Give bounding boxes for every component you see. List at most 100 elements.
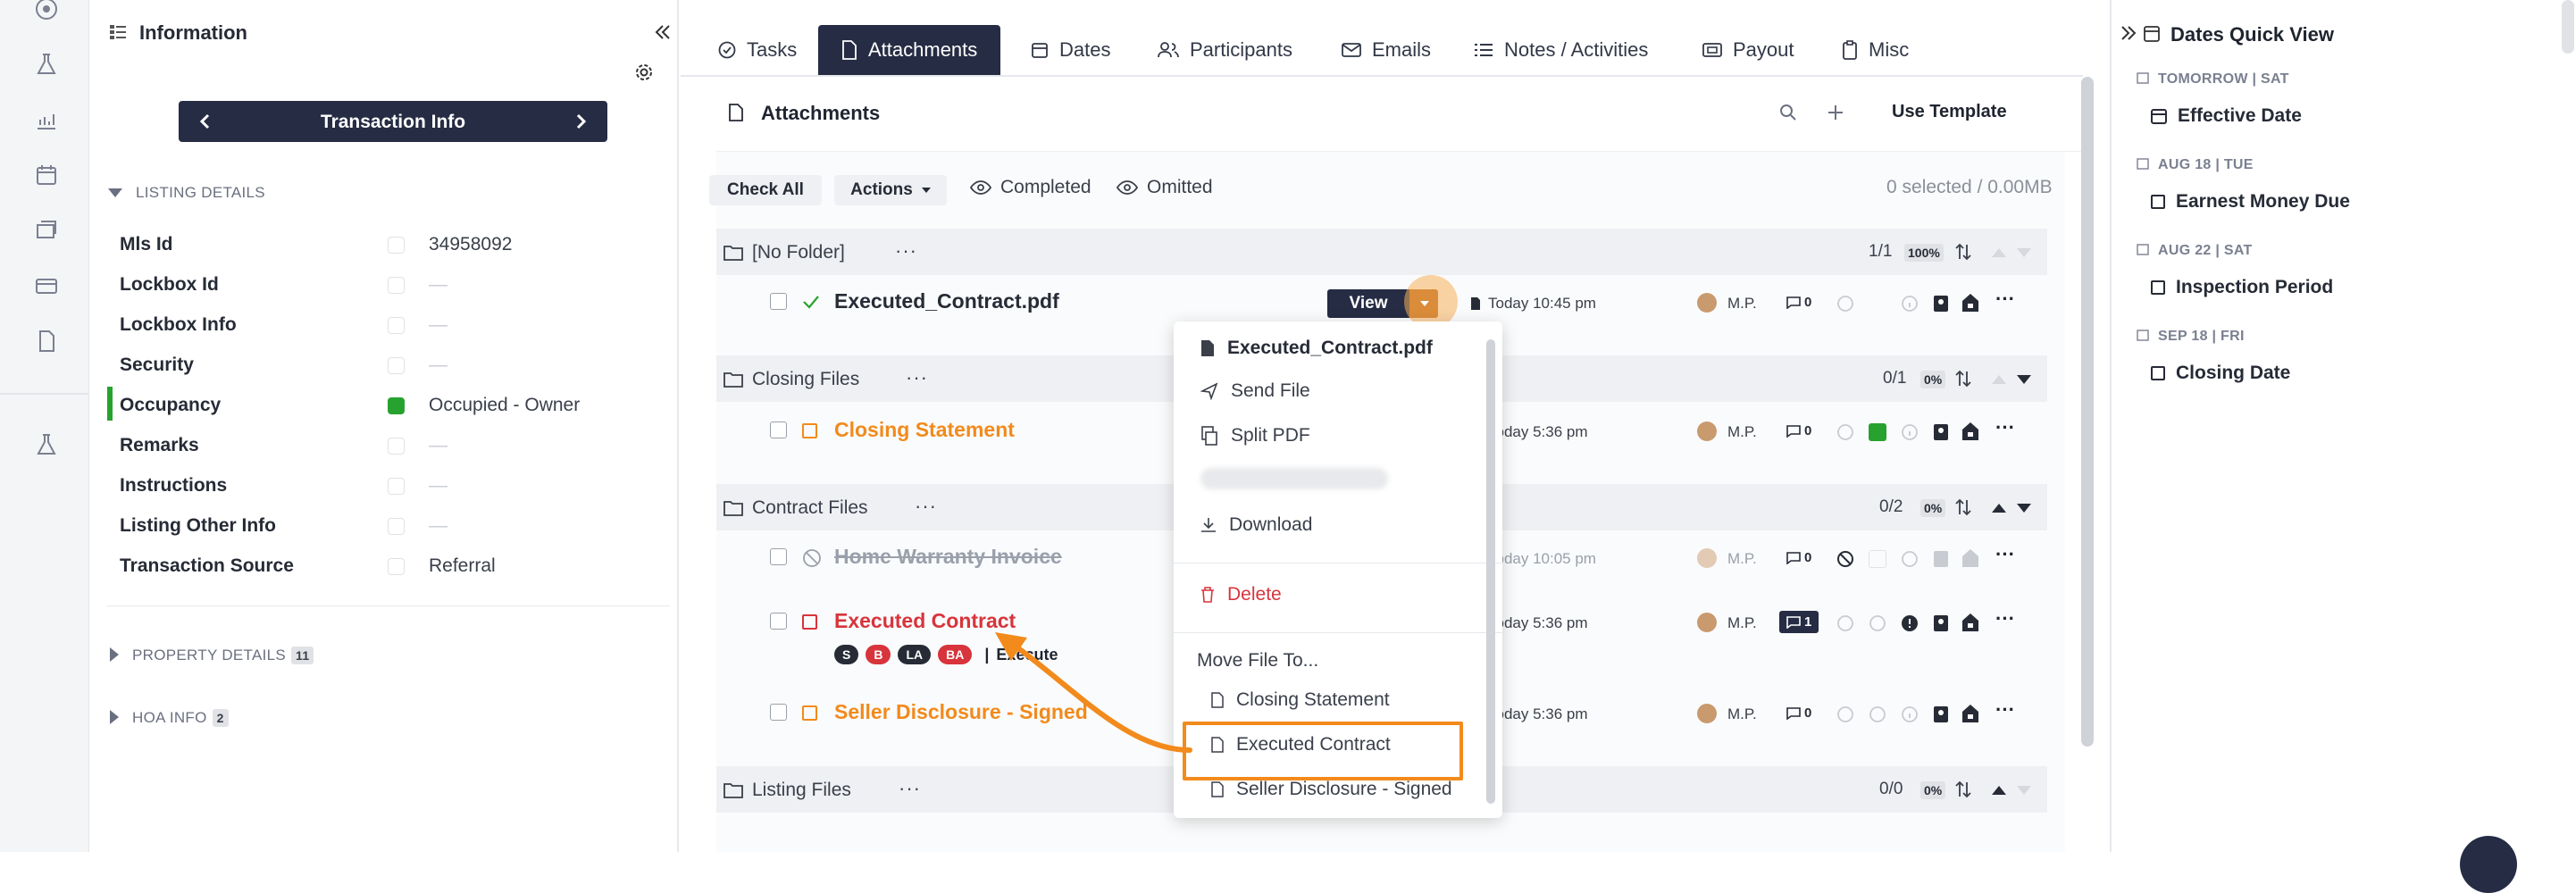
file-name[interactable]: Home Warranty Invoice bbox=[834, 545, 1062, 569]
more-icon[interactable]: ··· bbox=[1995, 543, 2015, 566]
collapse-icon[interactable] bbox=[654, 23, 672, 41]
contact-card-icon[interactable] bbox=[1933, 295, 1949, 313]
file-name[interactable]: Executed_Contract.pdf bbox=[834, 289, 1059, 313]
move-target-closing-statement[interactable]: Closing Statement bbox=[1211, 689, 1390, 711]
move-down-icon[interactable] bbox=[2017, 504, 2031, 513]
next-chevron-icon[interactable] bbox=[575, 113, 588, 130]
date-item-earnest[interactable]: Earnest Money Due bbox=[2151, 191, 2350, 213]
move-up-icon[interactable] bbox=[1992, 786, 2006, 795]
field-checkbox[interactable] bbox=[388, 518, 405, 535]
tab-dates[interactable]: Dates bbox=[1031, 25, 1110, 75]
move-target-seller-disclosure[interactable]: Seller Disclosure - Signed bbox=[1211, 779, 1452, 800]
expand-icon[interactable] bbox=[2120, 25, 2137, 41]
more-icon[interactable]: ··· bbox=[1995, 698, 2015, 722]
field-checkbox[interactable] bbox=[388, 438, 405, 455]
sort-icon[interactable] bbox=[1954, 368, 1972, 389]
file-checkbox[interactable] bbox=[770, 704, 787, 721]
move-up-icon[interactable] bbox=[1992, 248, 2006, 257]
field-checkbox-checked[interactable] bbox=[388, 397, 405, 414]
hoa-info-toggle[interactable]: HOA INFO 2 bbox=[132, 709, 229, 727]
file-checkbox[interactable] bbox=[770, 548, 787, 565]
folder-menu[interactable]: ··· bbox=[915, 495, 937, 518]
comments-count[interactable]: 0 bbox=[1786, 705, 1811, 721]
caret-down-icon[interactable] bbox=[107, 188, 123, 198]
tab-payout[interactable]: Payout bbox=[1702, 25, 1794, 75]
alert-icon[interactable] bbox=[1901, 614, 1919, 632]
house-lock-icon[interactable] bbox=[1961, 613, 1979, 632]
sort-icon[interactable] bbox=[1954, 779, 1972, 800]
date-item-closing[interactable]: Closing Date bbox=[2151, 363, 2290, 384]
field-checkbox[interactable] bbox=[388, 558, 405, 575]
folder-menu[interactable]: ··· bbox=[899, 777, 921, 800]
sort-icon[interactable] bbox=[1954, 497, 1972, 518]
search-icon[interactable] bbox=[1779, 104, 1797, 121]
dashboard-icon[interactable] bbox=[34, 0, 59, 21]
lab-icon[interactable] bbox=[34, 432, 59, 457]
tab-attachments[interactable]: Attachments bbox=[818, 25, 1001, 75]
file-checkbox[interactable] bbox=[770, 613, 787, 630]
use-template-button[interactable]: Use Template bbox=[1892, 102, 2007, 122]
caret-right-icon[interactable] bbox=[109, 647, 120, 663]
house-lock-icon[interactable] bbox=[1961, 421, 1979, 441]
download-item[interactable]: Download bbox=[1200, 514, 1312, 536]
status-square-icon[interactable] bbox=[1869, 550, 1886, 568]
sort-icon[interactable] bbox=[1954, 241, 1972, 263]
move-up-icon[interactable] bbox=[1992, 504, 2006, 513]
field-checkbox[interactable] bbox=[388, 357, 405, 374]
field-checkbox[interactable] bbox=[388, 277, 405, 294]
tab-misc[interactable]: Misc bbox=[1842, 25, 1909, 75]
info-icon[interactable] bbox=[1901, 295, 1919, 313]
tag-ba[interactable]: BA bbox=[938, 645, 973, 664]
folder-row[interactable]: [No Folder] ··· 1/1 100% bbox=[716, 229, 2047, 275]
tab-participants[interactable]: Participants bbox=[1158, 25, 1292, 75]
house-lock-icon[interactable] bbox=[1961, 548, 1979, 568]
comments-count[interactable]: 0 bbox=[1786, 423, 1811, 438]
document-icon[interactable] bbox=[34, 329, 59, 354]
add-icon[interactable] bbox=[1827, 104, 1844, 121]
info-icon[interactable] bbox=[1901, 423, 1919, 441]
card-icon[interactable] bbox=[34, 273, 59, 298]
more-icon[interactable]: ··· bbox=[1995, 416, 2015, 439]
green-status-icon[interactable] bbox=[1869, 423, 1886, 441]
info-icon[interactable] bbox=[1901, 705, 1919, 723]
move-target-executed-contract[interactable]: Executed Contract bbox=[1211, 734, 1391, 755]
status-circle-icon[interactable] bbox=[1836, 423, 1854, 441]
move-up-icon[interactable] bbox=[1992, 375, 2006, 384]
tag-s[interactable]: S bbox=[834, 645, 859, 664]
tab-notes-activities[interactable]: Notes / Activities bbox=[1474, 25, 1648, 75]
date-item-effective[interactable]: Effective Date bbox=[2151, 105, 2302, 127]
property-details-toggle[interactable]: PROPERTY DETAILS 11 bbox=[132, 647, 314, 664]
folder-menu[interactable]: ··· bbox=[895, 239, 917, 263]
flask-icon[interactable] bbox=[34, 52, 59, 77]
comments-count[interactable]: 0 bbox=[1786, 295, 1811, 310]
check-all-button[interactable]: Check All bbox=[709, 175, 822, 205]
omitted-icon[interactable] bbox=[1836, 550, 1854, 568]
contact-card-icon[interactable] bbox=[1933, 705, 1949, 723]
calendar-icon[interactable] bbox=[34, 163, 59, 188]
comments-count[interactable]: 0 bbox=[1786, 550, 1811, 565]
comments-count[interactable]: 1 bbox=[1779, 611, 1819, 633]
chat-bubble-button[interactable] bbox=[2460, 836, 2517, 893]
view-button[interactable]: View bbox=[1327, 289, 1409, 318]
analytics-icon[interactable] bbox=[34, 107, 59, 132]
split-pdf-item[interactable]: Split PDF bbox=[1200, 425, 1310, 446]
status-circle-icon[interactable] bbox=[1836, 705, 1854, 723]
folder-menu[interactable]: ··· bbox=[906, 366, 928, 389]
move-down-icon[interactable] bbox=[2017, 248, 2031, 257]
contact-card-icon[interactable] bbox=[1933, 423, 1949, 441]
file-checkbox[interactable] bbox=[770, 293, 787, 310]
house-lock-icon[interactable] bbox=[1961, 293, 1979, 313]
omitted-toggle[interactable]: Omitted bbox=[1117, 177, 1213, 198]
status-circle-icon[interactable] bbox=[1869, 614, 1886, 632]
move-down-icon[interactable] bbox=[2017, 786, 2031, 795]
more-icon[interactable]: ··· bbox=[1995, 288, 2015, 311]
send-file-item[interactable]: Send File bbox=[1200, 380, 1310, 402]
status-circle-icon[interactable] bbox=[1869, 705, 1886, 723]
house-lock-icon[interactable] bbox=[1961, 704, 1979, 723]
menu-scrollbar[interactable] bbox=[1486, 339, 1495, 804]
gear-icon[interactable] bbox=[634, 63, 654, 82]
scrollbar[interactable] bbox=[2081, 77, 2094, 747]
listing-details-heading[interactable]: LISTING DETAILS bbox=[136, 184, 265, 202]
tab-tasks[interactable]: Tasks bbox=[718, 25, 797, 75]
date-item-inspection[interactable]: Inspection Period bbox=[2151, 277, 2333, 298]
